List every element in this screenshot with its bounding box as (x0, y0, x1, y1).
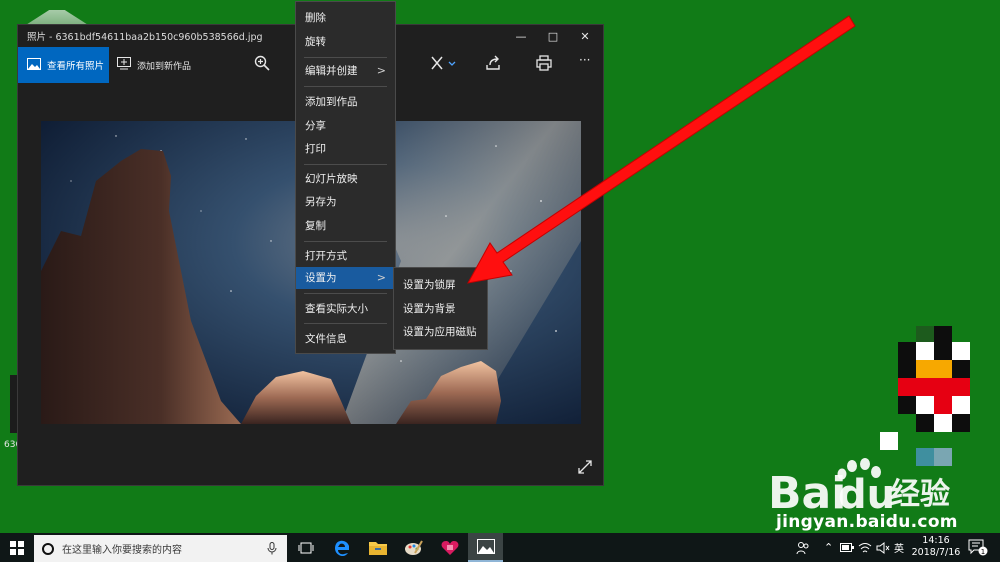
menu-item-label: 打印 (305, 143, 326, 155)
menu-item-edit-create[interactable]: 编辑并创建 > (296, 60, 395, 82)
minimize-button[interactable]: — (505, 25, 537, 47)
menu-item-delete[interactable]: 删除 (296, 7, 395, 29)
menu-separator (304, 293, 387, 294)
notification-icon: 1 (968, 539, 988, 556)
close-button[interactable]: ✕ (569, 25, 601, 47)
submenu-item-label: 设置为应用磁贴 (403, 326, 477, 338)
submenu-item-background[interactable]: 设置为背景 (394, 298, 487, 320)
submenu-item-label: 设置为背景 (403, 303, 456, 315)
menu-item-label: 查看实际大小 (305, 303, 368, 315)
window-title: 照片 - 6361bdf54611baa2b150c960b538566d.jp… (27, 32, 263, 43)
menu-item-print[interactable]: 打印 (296, 138, 395, 160)
menu-item-file-info[interactable]: 文件信息 (296, 328, 395, 350)
start-button[interactable] (0, 533, 34, 562)
clock-date: 2018/7/16 (911, 547, 961, 558)
folder-icon (368, 542, 387, 555)
menu-item-open-with[interactable]: 打开方式 (296, 245, 395, 267)
menu-item-label: 编辑并创建 (305, 65, 358, 77)
menu-item-add-to-creation[interactable]: 添加到作品 (296, 91, 395, 113)
notification-center-button[interactable]: 1 (968, 539, 988, 560)
chevron-right-icon: > (376, 64, 386, 77)
menu-item-label: 文件信息 (305, 333, 347, 345)
heart-app-icon (441, 540, 458, 555)
clock-time: 14:16 (922, 535, 950, 546)
add-to-creation-button[interactable]: 添加到新作品 (117, 47, 191, 83)
menu-separator (304, 164, 387, 165)
taskbar-search-box[interactable]: 在这里输入你要搜索的内容 (34, 535, 287, 562)
mascot-image (880, 326, 970, 466)
chevron-up-icon[interactable]: ⌃ (824, 533, 833, 562)
menu-item-label: 设置为 (305, 272, 337, 284)
menu-item-save-as[interactable]: 另存为 (296, 191, 395, 213)
watermark-url: jingyan.baidu.com (776, 512, 958, 532)
taskbar-edge[interactable] (324, 533, 359, 562)
menu-item-label: 删除 (305, 12, 326, 24)
cortana-icon (42, 542, 54, 555)
menu-separator (304, 86, 387, 87)
more-options-button[interactable]: ··· (579, 53, 590, 67)
taskbar-file-explorer[interactable] (360, 533, 395, 562)
zoom-icon[interactable] (254, 55, 270, 75)
view-all-photos-label: 查看所有照片 (47, 61, 105, 72)
wifi-icon[interactable] (858, 533, 872, 562)
submenu-item-lock-screen[interactable]: 设置为锁屏 (394, 274, 487, 296)
chevron-right-icon: > (376, 271, 386, 284)
jingyan-text: 经验 (890, 477, 950, 512)
fullscreen-icon[interactable] (578, 459, 592, 478)
menu-item-label: 打开方式 (305, 250, 347, 262)
notification-count: 1 (981, 548, 985, 556)
menu-item-share[interactable]: 分享 (296, 115, 395, 137)
context-menu: 删除 旋转 编辑并创建 > 添加到作品 分享 打印 幻灯片放映 另存为 复制 打开… (295, 1, 396, 354)
menu-item-set-as[interactable]: 设置为 > (296, 267, 395, 289)
menu-item-label: 幻灯片放映 (305, 173, 358, 185)
taskbar-paint[interactable] (396, 533, 431, 562)
menu-item-label: 分享 (305, 120, 326, 132)
paint-icon (404, 539, 423, 555)
people-icon[interactable] (796, 533, 810, 562)
task-view-button[interactable] (288, 533, 323, 562)
search-placeholder: 在这里输入你要搜索的内容 (62, 545, 182, 556)
share-icon[interactable] (485, 55, 501, 75)
taskbar-photos[interactable] (468, 533, 503, 562)
menu-item-slideshow[interactable]: 幻灯片放映 (296, 168, 395, 190)
windows-icon (10, 540, 24, 555)
photo-icon (27, 57, 41, 73)
menu-item-label: 旋转 (305, 36, 326, 48)
menu-item-label: 另存为 (305, 196, 337, 208)
edit-draw-icon[interactable] (430, 55, 456, 75)
menu-item-actual-size[interactable]: 查看实际大小 (296, 298, 395, 320)
submenu-item-app-tile[interactable]: 设置为应用磁贴 (394, 321, 487, 343)
menu-separator (304, 241, 387, 242)
menu-item-copy[interactable]: 复制 (296, 215, 395, 237)
menu-item-label: 复制 (305, 220, 326, 232)
volume-icon[interactable] (876, 533, 890, 562)
add-to-creation-label: 添加到新作品 (137, 61, 192, 72)
print-icon[interactable] (536, 55, 552, 75)
menu-separator (304, 323, 387, 324)
maximize-button[interactable]: □ (537, 25, 569, 47)
menu-item-label: 添加到作品 (305, 96, 358, 108)
view-all-photos-button[interactable]: 查看所有照片 (18, 47, 109, 83)
menu-separator (304, 57, 387, 58)
photos-app-icon (476, 539, 495, 554)
battery-icon[interactable] (840, 533, 854, 562)
baidu-watermark-logo: Bai du 经验 (768, 458, 950, 519)
creation-icon (117, 57, 131, 73)
microphone-icon[interactable] (267, 542, 277, 558)
set-as-submenu: 设置为锁屏 设置为背景 设置为应用磁贴 (393, 267, 488, 350)
taskbar: 在这里输入你要搜索的内容 ⌃ 英 14:16 2018/7/16 1 (0, 533, 1000, 562)
menu-item-rotate[interactable]: 旋转 (296, 31, 395, 53)
task-view-icon (298, 542, 313, 553)
edge-icon (334, 540, 349, 556)
ime-indicator[interactable]: 英 (894, 533, 904, 562)
taskbar-app-heart[interactable] (432, 533, 467, 562)
system-clock[interactable]: 14:16 2018/7/16 (906, 535, 966, 559)
submenu-item-label: 设置为锁屏 (403, 279, 456, 291)
